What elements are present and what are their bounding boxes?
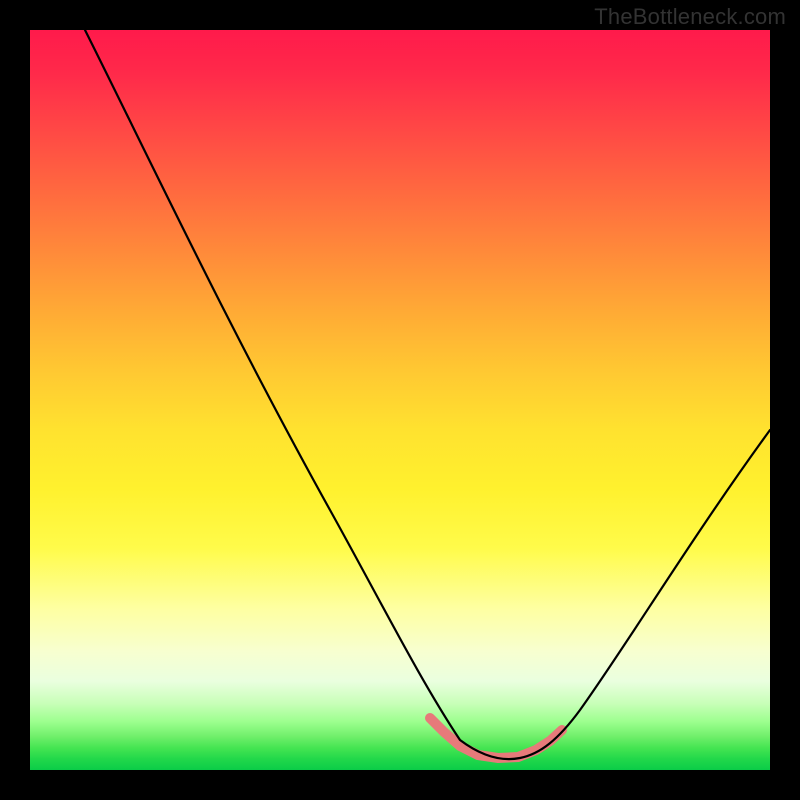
watermark-text: TheBottleneck.com (594, 4, 786, 30)
chart-frame: TheBottleneck.com (0, 0, 800, 800)
curve-line (85, 30, 770, 759)
curve-svg (30, 30, 770, 770)
plot-area (30, 30, 770, 770)
